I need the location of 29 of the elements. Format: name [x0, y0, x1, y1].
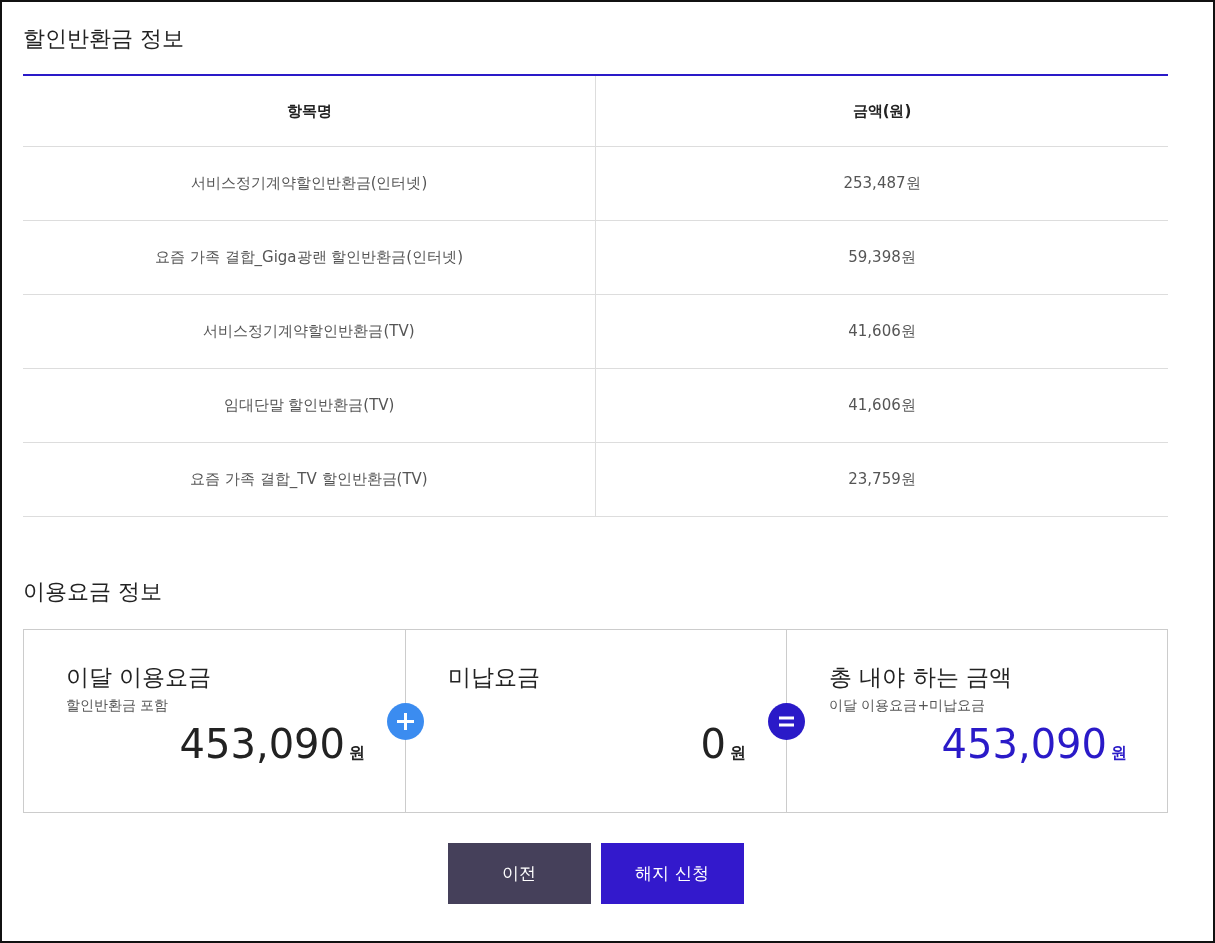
column-header: 금액(원): [595, 75, 1168, 147]
equals-icon: [768, 703, 805, 740]
submit-button[interactable]: 해지 신청: [600, 843, 744, 904]
currency-unit: 원: [730, 743, 746, 764]
table-cell: 서비스정기계약할인반환금(인터넷): [23, 146, 596, 221]
fee-title: 미납요금: [448, 663, 541, 692]
table-cell: 23,759원: [595, 442, 1168, 517]
fee-amount: 453,090: [179, 721, 345, 767]
table-cell: 요즘 가족 결합_Giga광랜 할인반환금(인터넷): [23, 220, 596, 295]
table-cell: 요즘 가족 결합_TV 할인반환금(TV): [23, 442, 596, 517]
table-cell: 41,606원: [595, 368, 1168, 443]
fee-amount: 453,090: [941, 721, 1107, 767]
fee-subtitle: 이달 이용요금+미납요금: [829, 697, 986, 713]
section-title: 이용요금 정보: [23, 579, 162, 604]
currency-unit: 원: [349, 743, 365, 764]
currency-unit: 원: [1111, 743, 1127, 764]
table-cell: 59,398원: [595, 220, 1168, 295]
fee-title: 이달 이용요금: [66, 663, 213, 692]
fee-subtitle: 할인반환금 포함: [66, 697, 169, 713]
section-title: 할인반환금 정보: [23, 26, 184, 51]
table-cell: 서비스정기계약할인반환금(TV): [23, 294, 596, 369]
plus-icon: [387, 703, 424, 740]
table-cell: 253,487원: [595, 146, 1168, 221]
back-button[interactable]: 이전: [447, 843, 591, 904]
fee-amount: 0: [700, 721, 726, 767]
column-header: 항목명: [23, 75, 596, 147]
table-cell: 임대단말 할인반환금(TV): [23, 368, 596, 443]
table-cell: 41,606원: [595, 294, 1168, 369]
fee-title: 총 내야 하는 금액: [829, 663, 1013, 692]
